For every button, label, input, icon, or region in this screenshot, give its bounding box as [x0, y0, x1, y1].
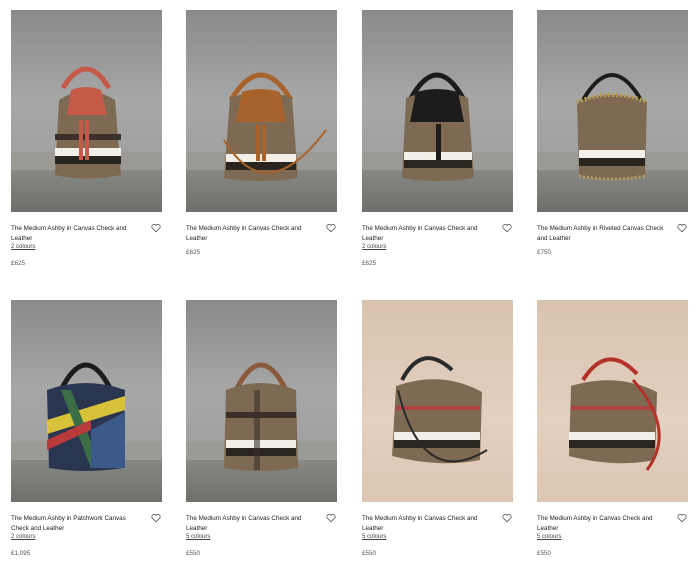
heart-outline-icon[interactable]	[151, 223, 161, 233]
product-name[interactable]: The Medium Ashby in Riveted Canvas Check…	[537, 224, 669, 244]
heart-outline-icon[interactable]	[677, 223, 687, 233]
heart-outline-icon[interactable]	[502, 223, 512, 233]
product-image[interactable]	[362, 300, 513, 502]
product-price: £550	[362, 550, 377, 557]
product-name[interactable]: The Medium Ashby in Canvas Check and Lea…	[537, 514, 669, 534]
product-price: £550	[537, 550, 552, 557]
product-card[interactable]: The Medium Ashby in Canvas Check and Lea…	[537, 300, 689, 582]
product-name[interactable]: The Medium Ashby in Canvas Check and Lea…	[362, 514, 494, 534]
product-price: £750	[537, 249, 552, 256]
heart-outline-icon[interactable]	[677, 513, 687, 523]
colour-options-link[interactable]: 5 colours	[362, 534, 386, 540]
heart-outline-icon[interactable]	[502, 513, 512, 523]
product-price: £625	[362, 260, 377, 267]
product-image[interactable]	[537, 10, 688, 212]
product-image[interactable]	[11, 300, 162, 502]
product-card[interactable]: The Medium Ashby in Patchwork Canvas Che…	[11, 300, 163, 582]
product-name[interactable]: The Medium Ashby in Canvas Check and Lea…	[362, 224, 494, 244]
product-image[interactable]	[537, 300, 688, 502]
product-card[interactable]: The Medium Ashby in Canvas Check and Lea…	[186, 10, 338, 292]
product-price: £625	[11, 260, 26, 267]
product-name[interactable]: The Medium Ashby in Canvas Check and Lea…	[186, 514, 318, 534]
product-price: £625	[186, 249, 201, 256]
product-card[interactable]: The Medium Ashby in Riveted Canvas Check…	[537, 10, 689, 292]
colour-options-link[interactable]: 5 colours	[186, 534, 210, 540]
heart-outline-icon[interactable]	[151, 513, 161, 523]
product-grid: The Medium Ashby in Canvas Check and Lea…	[0, 0, 696, 565]
colour-options-link[interactable]: 2 colours	[362, 244, 386, 250]
heart-outline-icon[interactable]	[326, 513, 336, 523]
product-card[interactable]: The Medium Ashby in Canvas Check and Lea…	[11, 10, 163, 292]
product-price: £1,095	[11, 550, 31, 557]
product-card[interactable]: The Medium Ashby in Canvas Check and Lea…	[362, 10, 514, 292]
product-image[interactable]	[186, 10, 337, 212]
product-card[interactable]: The Medium Ashby in Canvas Check and Lea…	[186, 300, 338, 582]
product-image[interactable]	[362, 10, 513, 212]
product-name[interactable]: The Medium Ashby in Canvas Check and Lea…	[186, 224, 318, 244]
heart-outline-icon[interactable]	[326, 223, 336, 233]
colour-options-link[interactable]: 5 colours	[537, 534, 561, 540]
product-image[interactable]	[11, 10, 162, 212]
product-card[interactable]: The Medium Ashby in Canvas Check and Lea…	[362, 300, 514, 582]
colour-options-link[interactable]: 2 colours	[11, 534, 35, 540]
product-name[interactable]: The Medium Ashby in Patchwork Canvas Che…	[11, 514, 143, 534]
colour-options-link[interactable]: 2 colours	[11, 244, 35, 250]
product-price: £550	[186, 550, 201, 557]
product-image[interactable]	[186, 300, 337, 502]
product-name[interactable]: The Medium Ashby in Canvas Check and Lea…	[11, 224, 143, 244]
